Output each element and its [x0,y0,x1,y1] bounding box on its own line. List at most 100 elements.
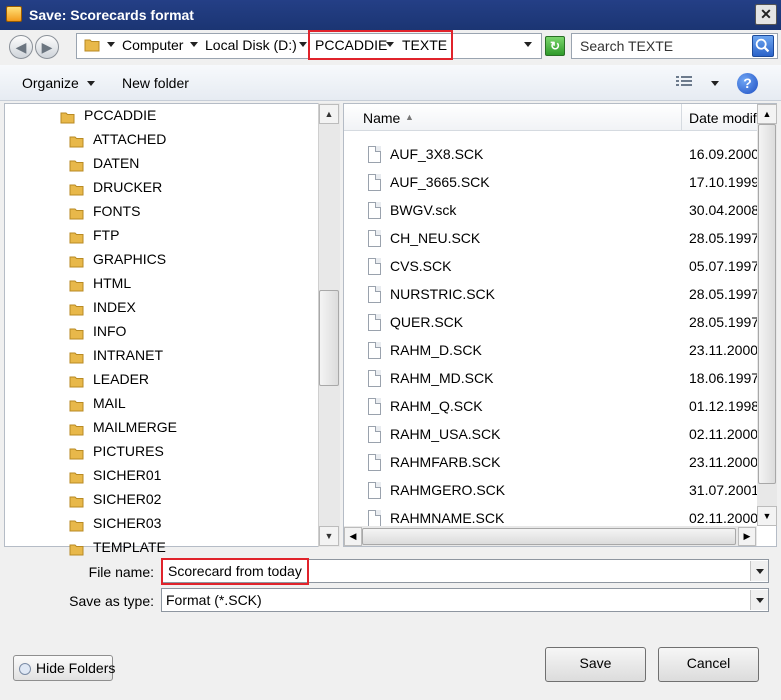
save-type-dropdown-button[interactable] [750,590,768,610]
file-name: RAHMGERO.SCK [390,482,506,498]
new-folder-button[interactable]: New folder [122,75,189,91]
file-icon [368,286,381,303]
column-divider[interactable] [681,104,682,131]
sort-ascending-icon: ▲ [405,112,414,122]
tree-item[interactable]: INDEX [93,299,136,321]
scroll-up-button[interactable]: ▲ [319,104,339,124]
column-date-modified[interactable]: Date modified [689,110,757,126]
chevron-down-icon[interactable] [711,81,719,86]
file-icon [368,426,381,443]
breadcrumb-local-disk[interactable]: Local Disk (D:) [205,37,297,53]
tree-item[interactable]: DRUCKER [93,179,162,201]
scroll-left-button[interactable]: ◀ [344,527,362,546]
file-name: AUF_3665.SCK [390,174,490,190]
folder-icon [69,160,84,172]
tree-item[interactable]: SICHER01 [93,467,161,489]
scroll-down-button[interactable]: ▼ [319,526,339,546]
scroll-thumb[interactable] [319,290,339,386]
forward-button[interactable]: ▶ [35,35,59,59]
file-date: 18.06.1997 [689,370,757,386]
folder-icon [69,256,84,268]
tree-item[interactable]: INFO [93,323,126,345]
file-date: 05.07.1997 [689,258,757,274]
tree-item[interactable]: ATTACHED [93,131,166,153]
tree-item[interactable]: SICHER02 [93,491,161,513]
search-icon[interactable] [752,35,774,57]
file-date: 28.05.1997 [689,314,757,330]
file-date: 28.05.1997 [689,230,757,246]
search-placeholder: Search TEXTE [580,38,674,54]
file-date: 30.04.2008 [689,202,757,218]
file-date: 28.05.1997 [689,286,757,302]
file-name: RAHMNAME.SCK [390,510,505,526]
scroll-up-button[interactable]: ▲ [757,104,777,124]
tree-item[interactable]: GRAPHICS [93,251,166,273]
file-icon [368,370,381,387]
file-name: RAHM_Q.SCK [390,398,483,414]
folder-icon [60,112,75,124]
file-date: 23.11.2000 [689,454,757,470]
file-name: RAHM_D.SCK [390,342,482,358]
folder-icon [69,424,84,436]
file-name: RAHMFARB.SCK [390,454,501,470]
chevron-down-icon[interactable] [107,42,115,47]
chevron-down-icon[interactable] [190,42,198,47]
file-icon [368,314,381,331]
scroll-right-button[interactable]: ▶ [738,527,756,546]
tree-item[interactable]: FTP [93,227,119,249]
file-date: 02.11.2000 [689,426,757,442]
file-icon [368,482,381,499]
folder-icon [84,39,100,52]
cancel-button[interactable]: Cancel [658,647,759,682]
tree-item[interactable]: MAILMERGE [93,419,177,441]
organize-button[interactable]: Organize [22,75,79,91]
folder-icon [69,496,84,508]
tree-item[interactable]: INTRANET [93,347,163,369]
tree-item[interactable]: SICHER03 [93,515,161,537]
chevron-down-icon[interactable] [299,42,307,47]
help-icon[interactable]: ? [737,73,758,94]
filename-label: File name: [88,564,154,580]
file-name: BWGV.sck [390,202,457,218]
chevron-down-icon[interactable] [87,81,95,86]
toolbar [0,65,781,101]
breadcrumb-computer[interactable]: Computer [122,37,183,53]
save-button[interactable]: Save [545,647,646,682]
tree-item[interactable]: DATEN [93,155,139,177]
tree-item[interactable]: LEADER [93,371,149,393]
file-date: 17.10.1999 [689,174,757,190]
file-date: 01.12.1998 [689,398,757,414]
scroll-down-button[interactable]: ▼ [757,506,777,526]
back-button[interactable]: ◀ [9,35,33,59]
address-dropdown-icon[interactable] [524,42,532,47]
tree-item-pccaddie[interactable]: PCCADDIE [84,107,156,129]
scroll-thumb[interactable] [362,528,736,545]
column-name[interactable]: Name [363,110,400,126]
views-icon[interactable] [675,75,693,90]
folder-tree [4,103,340,547]
highlight-breadcrumb [308,30,453,60]
file-icon [368,230,381,247]
folder-icon [69,352,84,364]
tree-item[interactable]: HTML [93,275,131,297]
tree-item[interactable]: TEMPLATE [93,539,166,561]
scroll-thumb[interactable] [758,124,776,484]
file-name: RAHM_USA.SCK [390,426,501,442]
folder-icon [69,208,84,220]
file-icon [368,174,381,191]
file-name: RAHM_MD.SCK [390,370,494,386]
filename-dropdown-button[interactable] [750,561,768,581]
window-title: Save: Scorecards format [29,7,194,23]
chevron-down-icon [756,598,764,603]
file-date: 16.09.2000 [689,146,757,162]
refresh-button[interactable]: ↻ [545,36,565,56]
close-button[interactable]: ✕ [755,4,777,25]
file-icon [368,146,381,163]
tree-item[interactable]: FONTS [93,203,140,225]
file-icon [368,510,381,527]
folder-icon [69,448,84,460]
app-icon [6,6,22,22]
tree-item[interactable]: PICTURES [93,443,164,465]
refresh-icon: ↻ [549,39,561,53]
tree-item[interactable]: MAIL [93,395,126,417]
